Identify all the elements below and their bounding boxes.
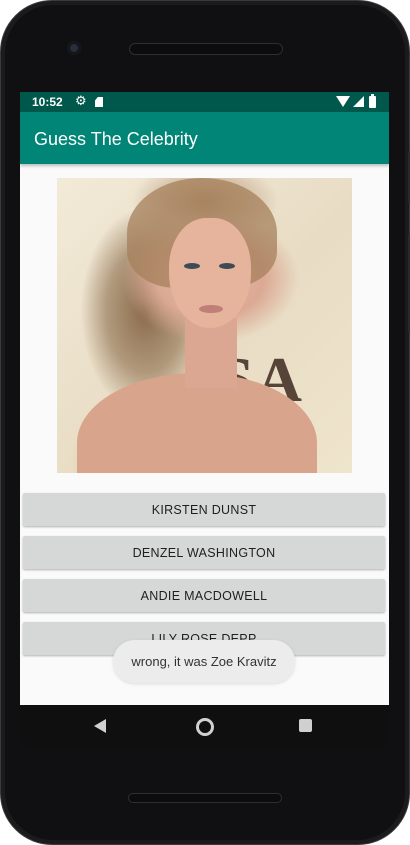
back-icon[interactable]: [94, 719, 106, 733]
answer-button-2[interactable]: DENZEL WASHINGTON: [23, 536, 385, 569]
answer-button-3[interactable]: ANDIE MACDOWELL: [23, 579, 385, 612]
front-camera-icon: [67, 41, 81, 55]
recents-icon[interactable]: [299, 719, 312, 732]
image-neck: [185, 318, 237, 388]
gear-icon: ⚙: [75, 93, 87, 108]
image-eye-left: [184, 263, 200, 269]
bottom-speaker: [128, 793, 282, 803]
status-bar: 10:52 ⚙: [20, 92, 389, 112]
battery-icon: [369, 94, 376, 108]
app-bar: Guess The Celebrity: [20, 112, 389, 164]
status-time: 10:52: [32, 95, 63, 109]
home-icon[interactable]: [196, 718, 214, 736]
answer-button-1[interactable]: KIRSTEN DUNST: [23, 493, 385, 526]
toast-message: wrong, it was Zoe Kravitz: [113, 640, 295, 683]
signal-icon: [353, 96, 364, 107]
app-screen: 10:52 ⚙ Guess The Celebrity SA KIRSTEN D…: [20, 92, 389, 705]
navigation-bar: [20, 705, 389, 748]
image-eye-right: [219, 263, 235, 269]
image-lips: [199, 305, 223, 313]
sd-card-icon: [95, 97, 103, 107]
wifi-icon: [336, 96, 350, 107]
earpiece-speaker: [129, 43, 283, 55]
celebrity-image: SA: [57, 178, 352, 473]
app-title: Guess The Celebrity: [34, 129, 198, 149]
